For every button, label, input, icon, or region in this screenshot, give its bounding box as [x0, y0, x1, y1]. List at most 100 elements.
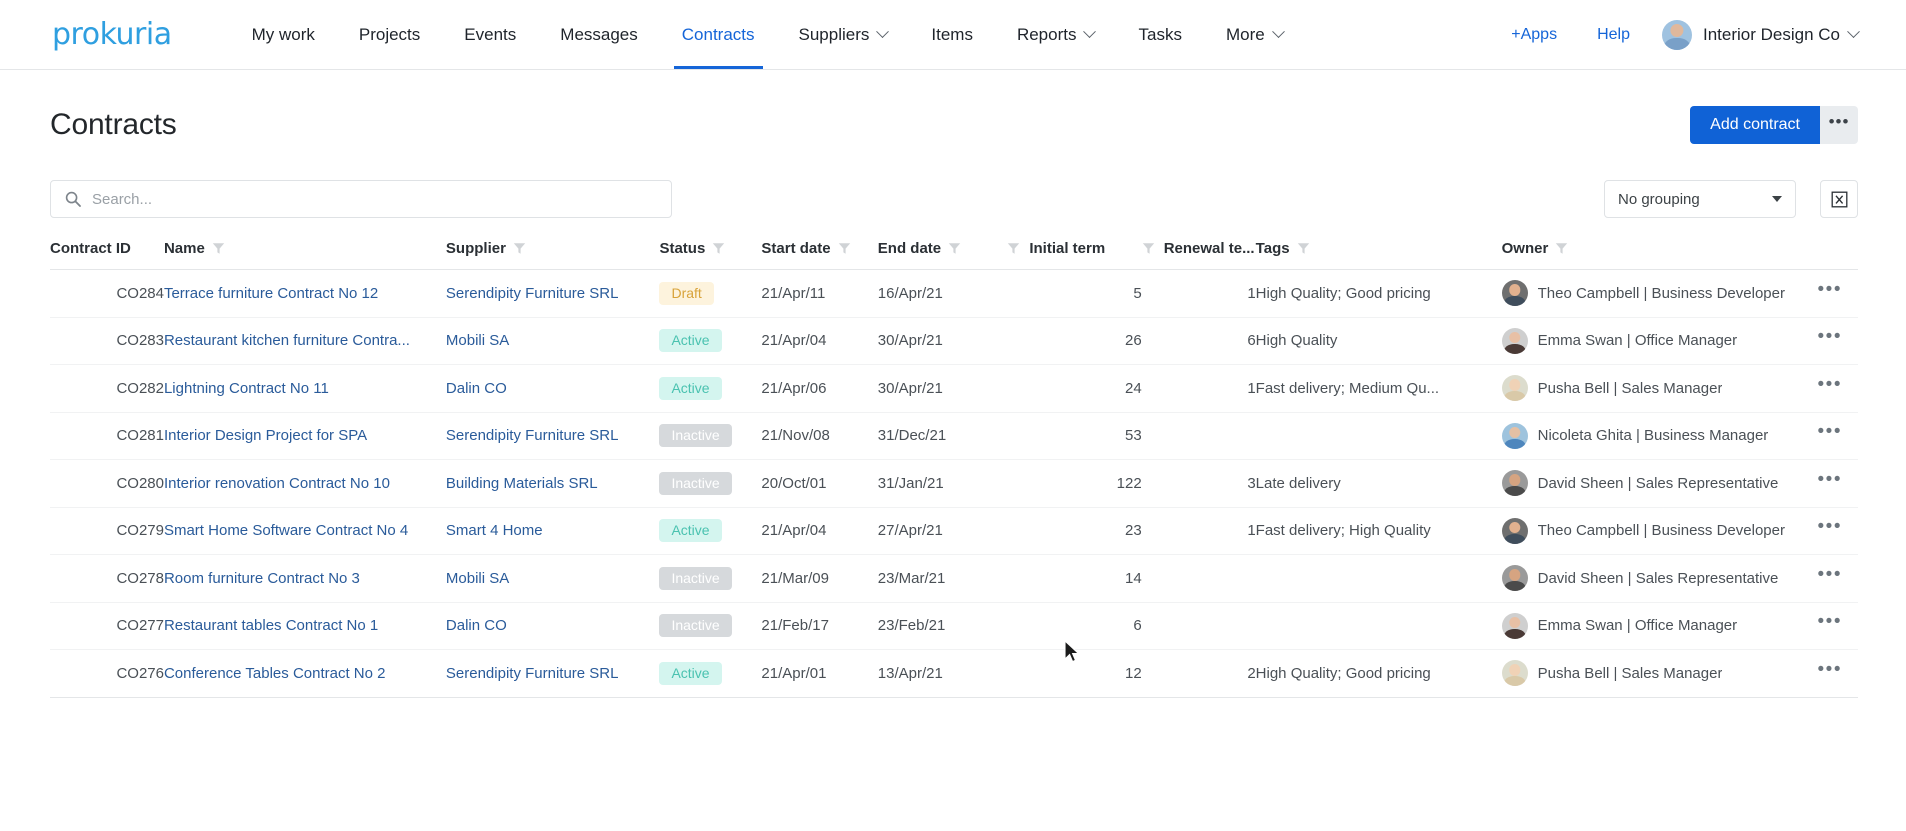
- status-badge: Inactive: [659, 614, 732, 638]
- cell-supplier[interactable]: Dalin CO: [445, 602, 660, 650]
- table-row[interactable]: CO284 Terrace furniture Contract No 12 Ser…: [50, 269, 1858, 318]
- cell-name[interactable]: Smart Home Software Contract No 4: [163, 507, 446, 555]
- cell-row-actions: •••: [1801, 364, 1858, 413]
- table-row[interactable]: CO283 Restaurant kitchen furniture Contra…: [50, 317, 1858, 365]
- column-header-renewal_term[interactable]: Renewal te...: [1141, 240, 1256, 270]
- nav-item-projects[interactable]: Projects: [337, 0, 442, 69]
- row-menu-button[interactable]: •••: [1802, 517, 1858, 544]
- cell-initial-term: 26: [1007, 317, 1142, 365]
- cell-name[interactable]: Restaurant tables Contract No 1: [163, 602, 446, 650]
- row-menu-button[interactable]: •••: [1802, 375, 1858, 402]
- export-button[interactable]: [1820, 180, 1858, 218]
- nav-item-contracts[interactable]: Contracts: [660, 0, 777, 69]
- search-input[interactable]: [92, 190, 657, 208]
- cell-status: Active: [659, 364, 762, 413]
- filter-icon[interactable]: [212, 242, 225, 255]
- cell-row-actions: •••: [1801, 269, 1858, 318]
- column-header-start_date[interactable]: Start date: [761, 240, 878, 270]
- grouping-dropdown[interactable]: No grouping: [1604, 180, 1796, 218]
- filter-icon[interactable]: [513, 242, 526, 255]
- row-menu-button[interactable]: •••: [1802, 422, 1858, 449]
- filter-icon[interactable]: [838, 242, 851, 255]
- row-menu-button[interactable]: •••: [1802, 327, 1858, 354]
- column-header-status[interactable]: Status: [659, 240, 762, 270]
- cell-end-date: 13/Apr/21: [877, 649, 1008, 698]
- column-header-supplier[interactable]: Supplier: [445, 240, 660, 270]
- column-header-contract_id[interactable]: Contract ID: [50, 240, 164, 270]
- table-row[interactable]: CO278 Room furniture Contract No 3 Mobili …: [50, 554, 1858, 603]
- owner-cell: Pusha Bell | Sales Manager: [1501, 660, 1802, 687]
- cell-name[interactable]: Interior renovation Contract No 10: [163, 459, 446, 508]
- nav-item-reports[interactable]: Reports: [995, 0, 1117, 69]
- cell-tags: Fast delivery; Medium Qu...: [1255, 364, 1502, 413]
- cell-supplier[interactable]: Mobili SA: [445, 554, 660, 603]
- owner-cell: David Sheen | Sales Representative: [1501, 470, 1802, 497]
- cell-supplier[interactable]: Serendipity Furniture SRL: [445, 412, 660, 460]
- status-badge: Active: [659, 376, 722, 400]
- brand-logo[interactable]: prokuria: [52, 0, 172, 69]
- account-menu[interactable]: Interior Design Co: [1661, 19, 1860, 50]
- table-row[interactable]: CO277 Restaurant tables Contract No 1 Dali…: [50, 602, 1858, 650]
- chevron-down-icon: [1083, 25, 1097, 39]
- cell-supplier[interactable]: Dalin CO: [445, 364, 660, 413]
- column-header-name[interactable]: Name: [163, 240, 446, 270]
- table-row[interactable]: CO281 Interior Design Project for SPA Sere…: [50, 412, 1858, 460]
- column-header-inner: Owner: [1502, 240, 1802, 257]
- cell-supplier[interactable]: Serendipity Furniture SRL: [445, 649, 660, 698]
- filter-icon[interactable]: [1142, 242, 1155, 255]
- nav-item-tasks[interactable]: Tasks: [1116, 0, 1203, 69]
- cell-supplier[interactable]: Serendipity Furniture SRL: [445, 269, 660, 318]
- cell-renewal-term: 1: [1141, 507, 1256, 555]
- table-row[interactable]: CO280 Interior renovation Contract No 10 B…: [50, 459, 1858, 508]
- nav-item-events[interactable]: Events: [442, 0, 538, 69]
- table-row[interactable]: CO276 Conference Tables Contract No 2 Sere…: [50, 649, 1858, 698]
- cell-name[interactable]: Terrace furniture Contract No 12: [163, 269, 446, 318]
- owner-name: Emma Swan | Office Manager: [1537, 617, 1738, 635]
- row-menu-button[interactable]: •••: [1802, 612, 1858, 639]
- nav-item-suppliers[interactable]: Suppliers: [777, 0, 910, 69]
- search-box[interactable]: [50, 180, 672, 218]
- header-more-button[interactable]: •••: [1820, 106, 1858, 144]
- filter-icon[interactable]: [948, 242, 961, 255]
- cell-end-date: 30/Apr/21: [877, 364, 1008, 413]
- apps-link[interactable]: +Apps: [1491, 26, 1577, 44]
- cell-name[interactable]: Lightning Contract No 11: [163, 364, 446, 413]
- filter-icon[interactable]: [1555, 242, 1568, 255]
- cell-name[interactable]: Restaurant kitchen furniture Contra...: [163, 317, 446, 365]
- nav-item-more[interactable]: More: [1204, 0, 1305, 69]
- add-contract-button[interactable]: Add contract: [1690, 106, 1820, 144]
- cell-supplier[interactable]: Building Materials SRL: [445, 459, 660, 508]
- column-header-tags[interactable]: Tags: [1255, 240, 1502, 270]
- filter-icon[interactable]: [1297, 242, 1310, 255]
- cell-end-date: 31/Dec/21: [877, 412, 1008, 460]
- filter-icon[interactable]: [1007, 242, 1020, 255]
- row-menu-button[interactable]: •••: [1802, 470, 1858, 497]
- help-link[interactable]: Help: [1577, 26, 1650, 44]
- cell-supplier[interactable]: Smart 4 Home: [445, 507, 660, 555]
- table-row[interactable]: CO279 Smart Home Software Contract No 4 Sm…: [50, 507, 1858, 555]
- cell-status: Inactive: [659, 412, 762, 460]
- row-menu-button[interactable]: •••: [1802, 280, 1858, 307]
- owner-cell: Nicoleta Ghita | Business Manager: [1501, 422, 1802, 449]
- column-header-owner[interactable]: Owner: [1501, 240, 1802, 270]
- table-row[interactable]: CO282 Lightning Contract No 11 Dalin CO Act…: [50, 364, 1858, 413]
- nav-item-items[interactable]: Items: [909, 0, 995, 69]
- filter-icon[interactable]: [712, 242, 725, 255]
- avatar: [1501, 612, 1528, 639]
- nav-item-messages[interactable]: Messages: [538, 0, 659, 69]
- cell-status: Active: [659, 649, 762, 698]
- column-header-end_date[interactable]: End date: [877, 240, 1008, 270]
- cell-end-date: 30/Apr/21: [877, 317, 1008, 365]
- cell-renewal-term: [1141, 412, 1256, 460]
- cell-supplier[interactable]: Mobili SA: [445, 317, 660, 365]
- nav-item-my-work[interactable]: My work: [230, 0, 337, 69]
- chevron-down-icon: [1847, 25, 1860, 39]
- column-header-inner: Initial term: [1007, 240, 1141, 257]
- cell-name[interactable]: Interior Design Project for SPA: [163, 412, 446, 460]
- column-header-initial_term[interactable]: Initial term: [1007, 240, 1142, 270]
- row-menu-button[interactable]: •••: [1802, 660, 1858, 687]
- cell-name[interactable]: Conference Tables Contract No 2: [163, 649, 446, 698]
- row-menu-button[interactable]: •••: [1802, 565, 1858, 592]
- owner-cell: Theo Campbell | Business Developer: [1501, 517, 1802, 544]
- cell-name[interactable]: Room furniture Contract No 3: [163, 554, 446, 603]
